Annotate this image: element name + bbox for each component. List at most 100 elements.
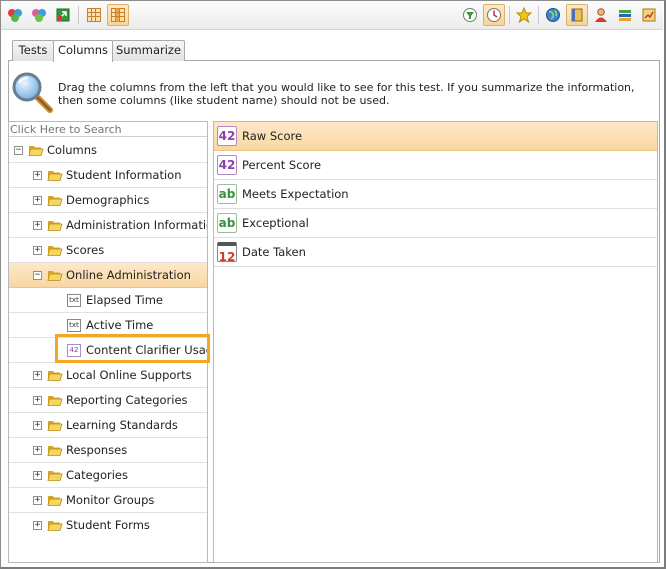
expand-icon[interactable]: + xyxy=(33,246,42,255)
column-label: Exceptional xyxy=(242,216,309,230)
text-field-icon: txt xyxy=(67,319,81,332)
expand-icon[interactable]: + xyxy=(33,396,42,405)
tree-item-reporting-categories[interactable]: + Reporting Categories xyxy=(9,388,207,413)
tree-item-student-forms[interactable]: + Student Forms xyxy=(9,513,207,538)
magnifier-icon xyxy=(10,70,54,114)
column-raw-score[interactable]: 42 Raw Score xyxy=(214,122,657,151)
folder-icon xyxy=(47,371,63,381)
books-icon[interactable] xyxy=(614,4,636,26)
tree-item-active-time[interactable]: txt Active Time xyxy=(9,313,207,338)
tree-item-label: Scores xyxy=(66,243,105,257)
tree-item-student-information[interactable]: + Student Information xyxy=(9,163,207,188)
folder-icon xyxy=(47,521,63,531)
tree-item-label: Administration Information xyxy=(66,218,208,232)
selected-columns-list: 42 Raw Score 42 Percent Score ab Meets E… xyxy=(213,121,658,563)
number-field-icon: 42 xyxy=(217,126,237,146)
tab-columns[interactable]: Columns xyxy=(53,40,113,62)
folder-icon xyxy=(47,421,63,431)
column-label: Meets Expectation xyxy=(242,187,349,201)
folder-icon xyxy=(47,446,63,456)
star-icon[interactable] xyxy=(513,4,535,26)
help-text: Drag the columns from the left that you … xyxy=(58,81,635,107)
tree-item-scores[interactable]: + Scores xyxy=(9,238,207,263)
column-meets-expectation[interactable]: ab Meets Expectation xyxy=(214,180,657,209)
filter-icon[interactable] xyxy=(459,4,481,26)
tree-item-label: Elapsed Time xyxy=(86,293,163,307)
tab-summarize[interactable]: Summarize xyxy=(112,40,185,61)
expand-icon[interactable]: + xyxy=(33,521,42,530)
people-color-icon[interactable] xyxy=(4,4,26,26)
expand-icon[interactable]: + xyxy=(33,196,42,205)
tree-item-label: Reporting Categories xyxy=(66,393,188,407)
tree-root-columns[interactable]: − Columns xyxy=(9,138,207,163)
number-field-icon: 42 xyxy=(217,155,237,175)
folder-open-icon xyxy=(47,271,63,281)
tree-root-label: Columns xyxy=(47,143,98,157)
column-percent-score[interactable]: 42 Percent Score xyxy=(214,151,657,180)
folder-icon xyxy=(47,196,63,206)
column-label: Date Taken xyxy=(242,245,306,259)
expand-icon[interactable]: + xyxy=(33,446,42,455)
tree-item-label: Student Forms xyxy=(66,518,150,532)
expand-icon[interactable]: + xyxy=(33,221,42,230)
tree-item-label: Monitor Groups xyxy=(66,493,155,507)
expand-icon[interactable]: + xyxy=(33,421,42,430)
search-input[interactable] xyxy=(9,122,207,137)
collapse-icon[interactable]: − xyxy=(33,271,42,280)
user-icon[interactable] xyxy=(590,4,612,26)
tree-item-monitor-groups[interactable]: + Monitor Groups xyxy=(9,488,207,513)
toolbar-separator xyxy=(538,6,539,24)
book-icon[interactable] xyxy=(566,4,588,26)
tab-tests[interactable]: Tests xyxy=(12,40,54,61)
expand-icon[interactable]: + xyxy=(33,171,42,180)
tree-item-administration-information[interactable]: + Administration Information xyxy=(9,213,207,238)
globe-icon[interactable] xyxy=(542,4,564,26)
tree-item-label: Student Information xyxy=(66,168,182,182)
toolbar xyxy=(1,1,663,30)
tree-item-local-online-supports[interactable]: + Local Online Supports xyxy=(9,363,207,388)
text-field-icon: ab xyxy=(217,213,237,233)
calendar-icon: 12 xyxy=(217,242,237,264)
number-field-icon: 42 xyxy=(67,344,81,357)
expand-icon[interactable]: + xyxy=(33,371,42,380)
tree-item-label: Active Time xyxy=(86,318,154,332)
expand-icon[interactable]: + xyxy=(33,496,42,505)
tree-item-content-clarifier-usage[interactable]: 42 Content Clarifier Usage xyxy=(9,338,207,363)
available-columns-tree: − Columns + Student Information + Demogr… xyxy=(8,121,208,563)
tree-item-categories[interactable]: + Categories xyxy=(9,463,207,488)
text-field-icon: ab xyxy=(217,184,237,204)
column-date-taken[interactable]: 12 Date Taken xyxy=(214,238,657,267)
export-icon[interactable] xyxy=(52,4,74,26)
text-field-icon: txt xyxy=(67,294,81,307)
column-label: Raw Score xyxy=(242,129,303,143)
people-group-icon[interactable] xyxy=(28,4,50,26)
tree-item-label: Content Clarifier Usage xyxy=(86,343,208,357)
expand-icon[interactable]: + xyxy=(33,471,42,480)
column-label: Percent Score xyxy=(242,158,322,172)
report-icon[interactable] xyxy=(638,4,660,26)
tree-item-label: Local Online Supports xyxy=(66,368,192,382)
toolbar-separator xyxy=(78,6,79,24)
tree-item-label: Categories xyxy=(66,468,128,482)
tree-item-online-administration[interactable]: − Online Administration xyxy=(9,263,207,288)
column-exceptional[interactable]: ab Exceptional xyxy=(214,209,657,238)
tree-item-label: Learning Standards xyxy=(66,418,178,432)
tree-item-elapsed-time[interactable]: txt Elapsed Time xyxy=(9,288,207,313)
folder-icon xyxy=(47,396,63,406)
grid-columns-icon[interactable] xyxy=(107,4,129,26)
folder-open-icon xyxy=(28,146,44,156)
toolbar-separator xyxy=(509,6,510,24)
folder-icon xyxy=(47,471,63,481)
grid-icon[interactable] xyxy=(83,4,105,26)
clock-icon[interactable] xyxy=(483,4,505,26)
tree-item-label: Online Administration xyxy=(66,268,191,282)
folder-icon xyxy=(47,496,63,506)
tree-item-learning-standards[interactable]: + Learning Standards xyxy=(9,413,207,438)
tree-item-label: Responses xyxy=(66,443,128,457)
folder-icon xyxy=(47,246,63,256)
tree-item-demographics[interactable]: + Demographics xyxy=(9,188,207,213)
tree-item-label: Demographics xyxy=(66,193,150,207)
folder-icon xyxy=(47,171,63,181)
collapse-icon[interactable]: − xyxy=(14,146,23,155)
tree-item-responses[interactable]: + Responses xyxy=(9,438,207,463)
